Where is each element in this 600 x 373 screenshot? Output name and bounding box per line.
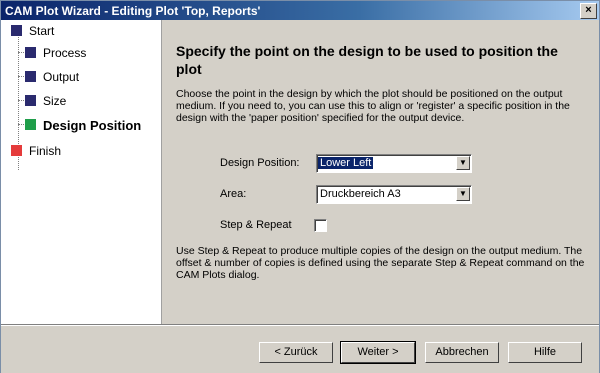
step-label: Design Position [43, 118, 142, 133]
step-size-marker-icon [25, 95, 36, 106]
page-description: Choose the point in the design by which … [176, 88, 570, 124]
step-output-marker-icon [25, 71, 36, 82]
step-label: Finish [29, 144, 62, 158]
back-button[interactable]: < Zurück [259, 342, 333, 363]
close-icon[interactable]: × [580, 3, 597, 19]
step-label: Start [29, 24, 55, 38]
design-position-label: Design Position: [220, 157, 300, 169]
cancel-button[interactable]: Abbrechen [425, 342, 499, 363]
chevron-down-icon[interactable]: ▼ [456, 187, 470, 201]
title-bar: CAM Plot Wizard - Editing Plot 'Top, Rep… [1, 1, 599, 20]
wizard-main-panel: Specify the point on the design to be us… [162, 20, 599, 324]
step-label: Process [43, 46, 87, 60]
wizard-steps-sidebar: Start Process Output Size Design Positio… [1, 20, 162, 324]
design-position-value: Lower Left [318, 157, 374, 169]
window-title: CAM Plot Wizard - Editing Plot 'Top, Rep… [5, 4, 261, 18]
step-process-marker-icon [25, 47, 36, 58]
button-bar: < Zurück Weiter > Abbrechen Hilfe [1, 324, 599, 373]
next-button[interactable]: Weiter > [340, 341, 416, 364]
step-finish-marker-icon [11, 145, 22, 156]
area-value: Druckbereich A3 [320, 188, 401, 200]
wizard-window: CAM Plot Wizard - Editing Plot 'Top, Rep… [0, 0, 600, 373]
wizard-content: Start Process Output Size Design Positio… [1, 20, 599, 324]
step-repeat-info: Use Step & Repeat to produce multiple co… [176, 245, 585, 281]
step-label: Output [43, 70, 80, 84]
step-repeat-label: Step & Repeat [220, 219, 292, 231]
step-design-position-marker-icon [25, 119, 36, 130]
help-button[interactable]: Hilfe [508, 342, 582, 363]
page-title: Specify the point on the design to be us… [176, 43, 558, 77]
step-label: Size [43, 94, 67, 108]
design-position-select[interactable]: Lower Left ▼ [316, 154, 472, 173]
area-label: Area: [220, 188, 247, 200]
step-start-marker-icon [11, 25, 22, 36]
area-select[interactable]: Druckbereich A3 ▼ [316, 185, 472, 204]
step-repeat-checkbox[interactable] [314, 219, 327, 232]
chevron-down-icon[interactable]: ▼ [456, 156, 470, 170]
